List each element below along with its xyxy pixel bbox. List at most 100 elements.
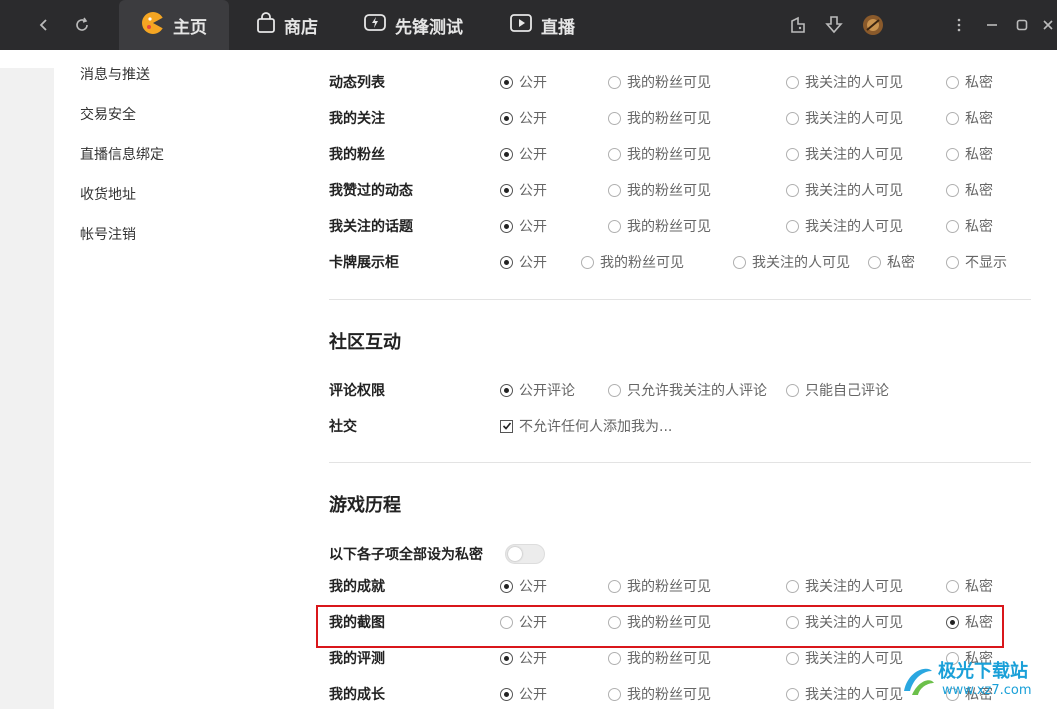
tab-live[interactable]: 直播 [509,0,575,50]
radio-indicator[interactable] [733,255,746,269]
radio-indicator[interactable] [500,687,513,701]
radio-option[interactable]: 我的粉丝可见 [608,576,711,596]
radio-option[interactable]: 公开 [500,144,547,164]
radio-indicator[interactable] [946,219,959,233]
radio-indicator[interactable] [786,651,799,665]
radio-option[interactable]: 我关注的人可见 [786,684,903,704]
radio-option[interactable]: 私密 [946,576,993,596]
radio-indicator[interactable] [608,147,621,161]
radio-self-only-comment[interactable]: 只能自己评论 [786,380,889,400]
radio-indicator[interactable] [786,219,799,233]
radio-indicator[interactable] [608,183,621,197]
radio-option[interactable]: 我关注的人可见 [786,108,903,128]
radio-option[interactable]: 我的粉丝可见 [608,216,711,236]
user-avatar[interactable] [861,13,885,37]
radio-indicator[interactable] [946,255,959,269]
radio-option[interactable]: 我的粉丝可见 [608,108,711,128]
radio-indicator[interactable] [500,615,513,629]
tab-store[interactable]: 商店 [256,0,318,50]
radio-indicator[interactable] [581,255,594,269]
sidebar-item-trade-security[interactable]: 交易安全 [80,104,136,124]
radio-option[interactable]: 我的粉丝可见 [608,612,711,632]
sidebar-item-notifications[interactable]: 消息与推送 [80,64,150,84]
radio-option[interactable]: 我关注的人可见 [786,612,903,632]
radio-option[interactable]: 公开 [500,576,547,596]
radio-option[interactable]: 我关注的人可见 [786,72,903,92]
radio-indicator[interactable] [946,579,959,593]
radio-option[interactable]: 我的粉丝可见 [608,180,711,200]
radio-option[interactable]: 私密 [946,72,993,92]
radio-indicator[interactable] [608,111,621,125]
radio-option[interactable]: 我的粉丝可见 [608,648,711,668]
radio-option[interactable]: 我关注的人可见 [733,252,850,272]
radio-indicator[interactable] [868,255,881,269]
close-icon[interactable] [1036,13,1057,37]
radio-indicator[interactable] [500,111,513,125]
radio-indicator[interactable] [946,183,959,197]
radio-option[interactable]: 公开 [500,180,547,200]
radio-option[interactable]: 公开 [500,72,547,92]
radio-indicator[interactable] [608,651,621,665]
tab-pioneer-test[interactable]: 先锋测试 [363,0,463,50]
radio-indicator[interactable] [608,615,621,629]
radio-option[interactable]: 私密 [946,180,993,200]
radio-indicator[interactable] [946,147,959,161]
mascot-icon[interactable] [786,13,810,37]
radio-indicator[interactable] [500,255,513,269]
radio-option[interactable]: 我关注的人可见 [786,576,903,596]
sidebar-item-live-binding[interactable]: 直播信息绑定 [80,144,164,164]
radio-indicator[interactable] [500,651,513,665]
checkbox-indicator[interactable] [500,419,513,433]
radio-indicator[interactable] [500,147,513,161]
radio-option[interactable]: 私密 [946,216,993,236]
radio-indicator[interactable] [500,383,513,397]
radio-public-comment[interactable]: 公开评论 [500,380,575,400]
radio-option[interactable]: 我关注的人可见 [786,648,903,668]
radio-option[interactable]: 我关注的人可见 [786,180,903,200]
all-private-toggle[interactable] [505,544,545,564]
radio-indicator[interactable] [946,75,959,89]
radio-indicator[interactable] [608,687,621,701]
radio-indicator[interactable] [500,579,513,593]
maximize-icon[interactable] [1010,13,1034,37]
sidebar-item-shipping-address[interactable]: 收货地址 [80,184,136,204]
radio-indicator[interactable] [608,579,621,593]
radio-option[interactable]: 公开 [500,684,547,704]
radio-option[interactable]: 公开 [500,648,547,668]
radio-indicator[interactable] [500,183,513,197]
refresh-icon[interactable] [70,13,94,37]
radio-option[interactable]: 不显示 [946,252,1007,272]
minimize-icon[interactable] [980,13,1004,37]
radio-option[interactable]: 公开 [500,216,547,236]
more-icon[interactable] [947,13,971,37]
radio-option[interactable]: 我的粉丝可见 [608,72,711,92]
radio-indicator[interactable] [786,579,799,593]
radio-option[interactable]: 公开 [500,108,547,128]
sidebar-item-account-deletion[interactable]: 帐号注销 [80,224,136,244]
radio-indicator[interactable] [946,111,959,125]
radio-indicator[interactable] [608,75,621,89]
radio-indicator[interactable] [786,111,799,125]
radio-option[interactable]: 公开 [500,612,547,632]
radio-indicator[interactable] [786,615,799,629]
radio-indicator[interactable] [786,147,799,161]
radio-option[interactable]: 私密 [946,108,993,128]
radio-followed-only-comment[interactable]: 只允许我关注的人评论 [608,380,767,400]
radio-option[interactable]: 我的粉丝可见 [608,144,711,164]
radio-option[interactable]: 我的粉丝可见 [608,684,711,704]
download-icon[interactable] [822,13,846,37]
radio-option[interactable]: 公开 [500,252,547,272]
radio-indicator[interactable] [608,219,621,233]
checkbox-block-friend-requests[interactable]: 不允许任何人添加我为... [500,416,672,436]
radio-indicator[interactable] [786,687,799,701]
radio-indicator[interactable] [500,219,513,233]
tab-home[interactable]: 主页 [119,0,229,50]
radio-option[interactable]: 私密 [868,252,915,272]
radio-indicator[interactable] [608,383,621,397]
radio-indicator[interactable] [786,383,799,397]
back-icon[interactable] [32,13,56,37]
radio-indicator[interactable] [786,75,799,89]
radio-option[interactable]: 私密 [946,612,993,632]
radio-option[interactable]: 我的粉丝可见 [581,252,684,272]
radio-option[interactable]: 私密 [946,144,993,164]
